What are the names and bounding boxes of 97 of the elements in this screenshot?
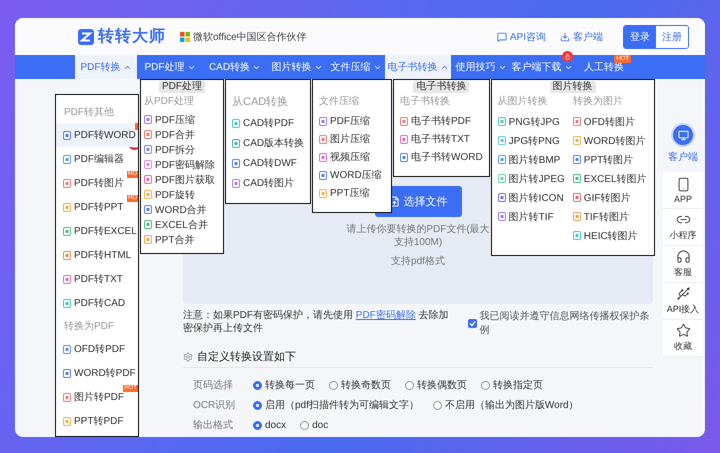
option-label: 输出格式 bbox=[193, 418, 234, 432]
menu-item[interactable]: EXCEL转图片 bbox=[570, 169, 649, 188]
menu-item[interactable]: 图片压缩 bbox=[317, 130, 387, 148]
tooltip: 图片转换 bbox=[550, 81, 596, 93]
menu-item[interactable]: WORD转PDF bbox=[56, 361, 138, 385]
upload-hint: 支持pdf格式 bbox=[391, 255, 445, 268]
register-button[interactable]: 注册 bbox=[656, 26, 688, 48]
menu-item[interactable]: PDF转EXCEL bbox=[56, 219, 138, 243]
menu-item[interactable]: 图片转JPEG bbox=[496, 169, 567, 188]
api-icon bbox=[676, 286, 690, 301]
windows-logo-icon bbox=[180, 32, 190, 42]
nav-tab[interactable]: 图片转换 bbox=[267, 55, 327, 79]
menu-item[interactable]: CAD转DWF bbox=[230, 153, 306, 173]
menu-heading: 转换为PDF bbox=[63, 320, 115, 334]
menu-item[interactable]: PDF旋转 bbox=[142, 187, 222, 202]
menu-item[interactable]: OFD转PDF bbox=[56, 337, 138, 361]
brand-name: 转转大师 bbox=[98, 26, 166, 47]
settings-title: 自定义转换设置如下 bbox=[197, 350, 296, 364]
menu-item[interactable]: PPT转PDF bbox=[56, 409, 138, 433]
star-icon bbox=[676, 323, 690, 338]
menu-item[interactable]: CAD版本转换 bbox=[230, 133, 306, 153]
menu-item[interactable]: PDF拆分 bbox=[142, 142, 222, 157]
menu-item[interactable]: PDF转CAD bbox=[56, 291, 138, 315]
menu-item[interactable]: GIF转图片 bbox=[570, 188, 649, 207]
radio-option[interactable]: 不启用（输出为图片版Word） bbox=[432, 398, 579, 412]
agreement-checkbox[interactable]: 我已阅读并遵守信息网络传播权保护条例 bbox=[468, 309, 653, 337]
menu-item[interactable]: PDF压缩 bbox=[317, 112, 387, 130]
menu-item[interactable]: PPT合并 bbox=[142, 232, 222, 247]
settings-icon bbox=[183, 352, 193, 362]
menu-item[interactable]: 电子书转PDF bbox=[398, 112, 485, 130]
menu-heading: 文件压缩 bbox=[318, 94, 360, 109]
menu-item[interactable]: 图片转ICON bbox=[496, 188, 567, 207]
menu-heading: 从图片转换 bbox=[496, 94, 549, 109]
password-unlock-link[interactable]: PDF密码解除 bbox=[356, 310, 416, 321]
menu-item[interactable]: PPT转图片 bbox=[570, 150, 649, 169]
menu-item[interactable]: 图片转TIF bbox=[496, 207, 567, 226]
menu-item[interactable]: 图片转BMP bbox=[496, 150, 567, 169]
menu-heading: 转换为图片 bbox=[572, 94, 624, 109]
menu-item[interactable]: CAD转PDF bbox=[230, 113, 306, 133]
nav-tab[interactable]: 使用技巧 bbox=[451, 55, 511, 79]
login-button[interactable]: 登录 bbox=[624, 26, 656, 48]
menu-item[interactable]: PNG转JPG bbox=[496, 112, 567, 131]
download-icon bbox=[560, 32, 570, 42]
header-link[interactable]: API咨询 bbox=[496, 30, 546, 44]
menu-item[interactable]: 电子书转TXT bbox=[398, 130, 485, 148]
upload-hint: 请上传你要转换的PDF文件(最大支持100M) bbox=[345, 223, 491, 249]
menu-item[interactable]: PDF转TXT bbox=[56, 267, 138, 291]
tooltip: 电子书转换 bbox=[413, 81, 470, 93]
menu-item[interactable]: WORD合并 bbox=[142, 202, 222, 217]
radio-option[interactable]: 转换指定页 bbox=[481, 378, 543, 392]
check-icon bbox=[468, 320, 476, 326]
radio-option[interactable]: 转换奇数页 bbox=[329, 378, 391, 392]
menu-item[interactable]: CAD转图片 bbox=[230, 173, 306, 193]
tooltip: PDF处理 bbox=[159, 81, 205, 93]
nav-tab[interactable]: 文件压缩 bbox=[327, 55, 385, 79]
menu-item[interactable]: PDF密码解除 bbox=[142, 157, 222, 172]
nav-tab[interactable]: PDF转换 bbox=[75, 55, 137, 79]
menu-item[interactable]: EXCEL合并 bbox=[142, 217, 222, 232]
menu-heading: 从PDF处理 bbox=[143, 94, 195, 109]
client-label: 客户端 bbox=[668, 150, 698, 164]
nav-tab[interactable]: PDF处理 bbox=[137, 55, 203, 79]
menu-heading: 电子书转换 bbox=[399, 94, 451, 109]
header-link[interactable]: 客户端 bbox=[560, 30, 603, 44]
radio-option[interactable]: docx bbox=[253, 420, 286, 430]
menu-heading: PDF转其他 bbox=[63, 106, 115, 120]
password-note: 注意：如果PDF有密码保护，请先使用 PDF密码解除 去除加密保护再上传文件 bbox=[183, 309, 450, 335]
option-label: OCR识别 bbox=[193, 399, 236, 412]
menu-item[interactable]: OFD转图片 bbox=[570, 112, 649, 131]
menu-item[interactable]: PDF编辑器 bbox=[56, 147, 138, 171]
radio-option[interactable]: 启用（pdf扫描件转为可编辑文字） bbox=[253, 398, 419, 412]
menu-item[interactable]: WORD转图片 bbox=[570, 131, 649, 150]
menu-item[interactable]: TIF转图片 bbox=[570, 207, 649, 226]
chat-icon bbox=[496, 32, 507, 42]
option-label: 页码选择 bbox=[193, 378, 234, 392]
menu-item[interactable]: PDF转HTML bbox=[56, 243, 138, 267]
menu-item[interactable]: JPG转PNG bbox=[496, 131, 567, 150]
menu-item[interactable]: 电子书转WORD bbox=[398, 148, 485, 166]
menu-item[interactable]: PDF图片获取 bbox=[142, 172, 222, 187]
nav-tab[interactable]: 电子书转换 bbox=[385, 55, 451, 79]
phone-icon bbox=[676, 176, 690, 192]
radio-option[interactable]: 转换每一页 bbox=[253, 378, 315, 392]
client-button[interactable] bbox=[671, 123, 695, 147]
partner-text: 微软office中国区合作伙伴 bbox=[193, 30, 307, 44]
radio-option[interactable]: doc bbox=[300, 420, 328, 430]
menu-item[interactable]: PDF转WORD bbox=[56, 123, 138, 147]
headset-icon bbox=[676, 249, 690, 264]
monitor-icon bbox=[678, 130, 688, 140]
menu-heading: 从CAD转换 bbox=[231, 95, 290, 110]
radio-option[interactable]: 转换偶数页 bbox=[405, 378, 467, 392]
logo-icon bbox=[78, 28, 94, 44]
menu-item[interactable]: HEIC转图片 bbox=[570, 226, 649, 245]
menu-item[interactable]: PDF压缩 bbox=[142, 112, 222, 127]
nav-tab[interactable]: CAD转换 bbox=[203, 55, 267, 79]
nav-tab[interactable]: 客户端下载 bbox=[511, 55, 573, 79]
menu-item[interactable]: 视频压缩 bbox=[317, 148, 387, 166]
menu-item[interactable]: WORD压缩 bbox=[317, 166, 387, 184]
menu-item[interactable]: PDF合并 bbox=[142, 127, 222, 142]
